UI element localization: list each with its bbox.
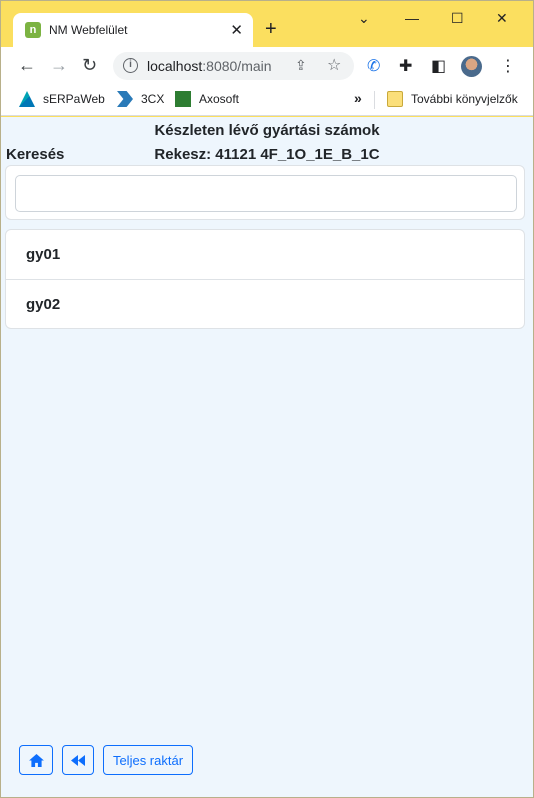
folder-icon	[387, 91, 403, 107]
bookmark-label: Axosoft	[199, 92, 240, 106]
page-content: Készleten lévő gyártási számok Rekesz: 4…	[1, 117, 533, 797]
search-card	[5, 165, 525, 220]
browser-tab[interactable]: n NM Webfelület ✕	[13, 13, 253, 47]
url-path: :8080/main	[202, 58, 272, 74]
back-arrow-icon[interactable]: ←	[18, 55, 36, 76]
bookmark-label: 3CX	[141, 92, 165, 106]
browser-window: n NM Webfelület ✕ + ⌄ — ☐ ✕ ← → ↻ i loca…	[0, 0, 534, 798]
address-bar[interactable]: i localhost:8080/main ⇪ ☆	[113, 52, 354, 80]
bookmark-serpaweb[interactable]: sERPaWeb	[19, 91, 105, 107]
bookmark-divider	[374, 91, 375, 109]
forward-arrow-icon[interactable]: →	[50, 55, 68, 76]
chevron-down-icon[interactable]: ⌄	[358, 10, 370, 27]
url-text: localhost:8080/main	[147, 58, 272, 74]
maximize-icon[interactable]: ☐	[451, 10, 464, 27]
side-panel-icon[interactable]: ◧	[431, 56, 446, 76]
new-tab-button[interactable]: +	[265, 18, 277, 40]
list-item[interactable]: gy01	[6, 230, 524, 279]
phone-icon[interactable]: ✆	[367, 56, 380, 76]
full-stock-button[interactable]: Teljes raktár	[103, 745, 193, 775]
favicon-icon: n	[25, 22, 41, 38]
bookmark-label: sERPaWeb	[43, 92, 105, 106]
page-subtitle: Rekesz: 41121 4F_1O_1E_B_1C	[154, 146, 380, 163]
bookmark-label: További könyvjelzők	[411, 92, 518, 106]
list-item[interactable]: gy02	[6, 279, 524, 328]
home-icon	[28, 753, 44, 767]
reload-icon[interactable]: ↻	[82, 55, 97, 76]
bookmark-3cx[interactable]: 3CX	[117, 91, 164, 107]
search-input[interactable]	[15, 175, 517, 212]
browser-toolbar: ← → ↻ i localhost:8080/main ⇪ ☆ ✆ ✚ ◧ ⋮	[1, 47, 533, 85]
axosoft-icon	[175, 91, 191, 107]
search-label: Keresés	[6, 146, 65, 163]
share-icon[interactable]: ⇪	[295, 57, 307, 74]
bookmark-axosoft[interactable]: Axosoft	[175, 91, 239, 107]
extensions-icon[interactable]: ✚	[399, 56, 412, 76]
minimize-icon[interactable]: —	[405, 10, 419, 26]
other-bookmarks[interactable]: További könyvjelzők	[387, 91, 518, 107]
home-button[interactable]	[19, 745, 53, 775]
star-icon[interactable]: ☆	[327, 55, 341, 75]
item-list: gy01 gy02	[5, 229, 525, 329]
close-window-icon[interactable]: ✕	[496, 10, 508, 27]
fast-backward-icon	[71, 754, 85, 766]
info-icon[interactable]: i	[123, 58, 138, 73]
3cx-icon	[117, 91, 133, 107]
tab-title: NM Webfelület	[49, 23, 128, 37]
page-title: Készleten lévő gyártási számok	[154, 122, 380, 139]
bookmarks-bar: sERPaWeb 3CX Axosoft » További könyvjelz…	[1, 85, 533, 116]
title-bar: n NM Webfelület ✕ + ⌄ — ☐ ✕	[1, 1, 533, 47]
serpaweb-icon	[19, 91, 35, 107]
more-bookmarks-icon[interactable]: »	[354, 90, 362, 106]
menu-dots-icon[interactable]: ⋮	[500, 56, 516, 76]
profile-avatar[interactable]	[461, 56, 482, 77]
back-button[interactable]	[62, 745, 94, 775]
close-tab-icon[interactable]: ✕	[230, 21, 243, 39]
url-host: localhost	[147, 58, 203, 74]
